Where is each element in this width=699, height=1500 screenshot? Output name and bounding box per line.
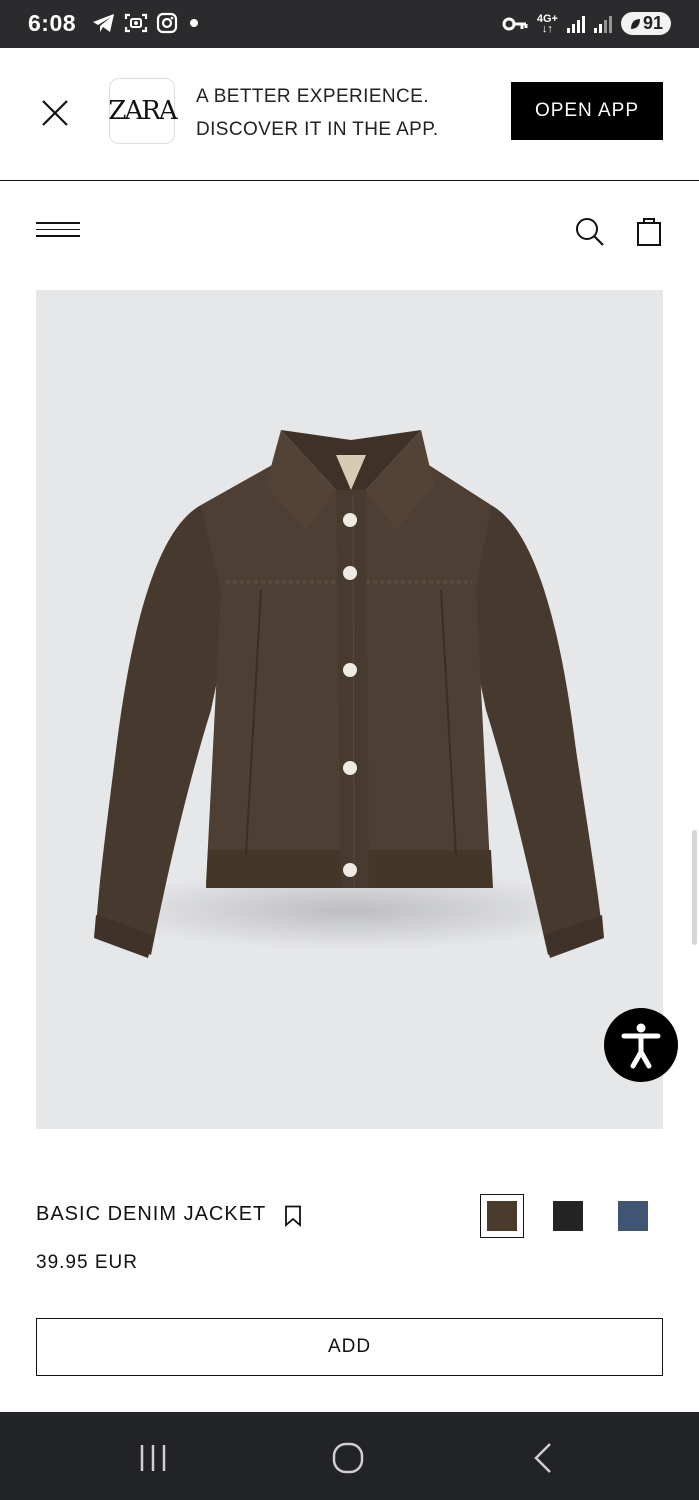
battery-indicator: 91 xyxy=(620,12,671,35)
product-image[interactable] xyxy=(36,290,663,1129)
search-icon[interactable] xyxy=(574,216,606,248)
battery-level: 91 xyxy=(642,13,663,33)
menu-icon[interactable] xyxy=(36,222,80,244)
bookmark-icon[interactable] xyxy=(284,1205,302,1227)
product-name: BASIC DENIM JACKET xyxy=(36,1203,267,1225)
close-banner-icon[interactable] xyxy=(38,96,72,130)
notification-icons xyxy=(92,12,202,34)
logo-text: ZARA xyxy=(108,96,177,126)
shopping-bag-icon[interactable] xyxy=(634,215,664,247)
accessibility-button[interactable] xyxy=(604,1008,678,1082)
signal-icon xyxy=(566,15,585,33)
status-time: 6:08 xyxy=(28,10,77,36)
recents-icon[interactable] xyxy=(131,1436,175,1480)
instagram-icon xyxy=(156,12,178,34)
color-swatch-brown[interactable] xyxy=(480,1194,524,1238)
dot-icon xyxy=(190,19,198,27)
banner-line-1: A BETTER EXPERIENCE. xyxy=(196,86,429,107)
scroll-indicator[interactable] xyxy=(692,830,697,945)
battery-saver-icon xyxy=(630,18,640,29)
color-swatch-blue[interactable] xyxy=(611,1194,655,1238)
accessibility-icon xyxy=(621,1023,661,1069)
add-to-cart-button[interactable]: ADD xyxy=(36,1318,663,1376)
swatch-fill xyxy=(618,1201,648,1231)
banner-line-2: DISCOVER IT IN THE APP. xyxy=(196,119,439,140)
signal-icon-2 xyxy=(593,15,612,33)
color-swatch-black[interactable] xyxy=(546,1194,590,1238)
home-icon[interactable] xyxy=(326,1436,370,1480)
network-type: 4G+ ↓↑ xyxy=(536,12,558,35)
zara-app-logo: ZARA xyxy=(108,78,178,144)
back-icon[interactable] xyxy=(522,1436,566,1480)
swatch-fill xyxy=(553,1201,583,1231)
product-price: 39.95 EUR xyxy=(36,1252,138,1273)
denim-jacket-illustration xyxy=(94,430,604,958)
open-app-button[interactable]: OPEN APP xyxy=(511,82,663,140)
screenshot-icon xyxy=(124,13,148,33)
banner-message: A BETTER EXPERIENCE. DISCOVER IT IN THE … xyxy=(196,80,439,146)
status-right: 4G+ ↓↑ 91 xyxy=(502,12,671,35)
telegram-icon xyxy=(93,14,114,32)
swatch-fill xyxy=(487,1201,517,1231)
vpn-key-icon xyxy=(502,17,528,30)
status-bar: 6:08 4G+ ↓↑ 91 xyxy=(0,0,699,48)
